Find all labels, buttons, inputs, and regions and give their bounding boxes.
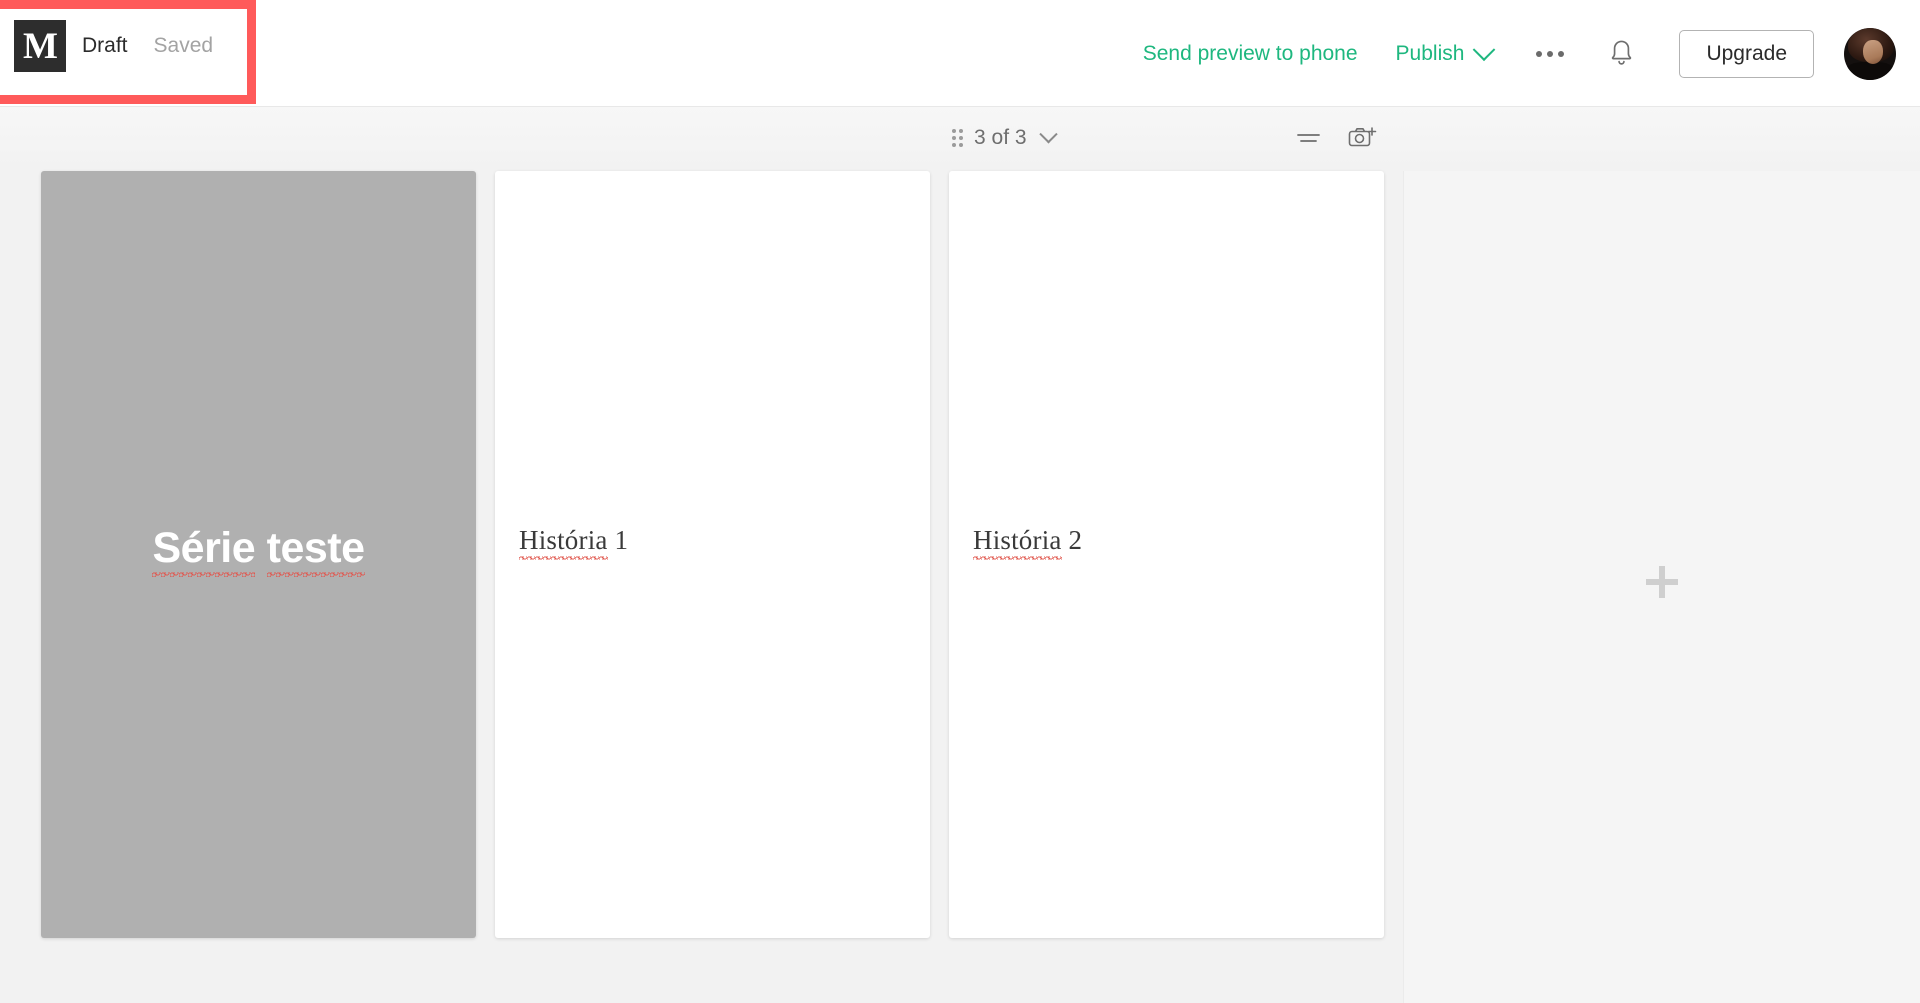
series-cards-row: Série teste História 1 História 2 xyxy=(41,171,1384,938)
story-title-word: História xyxy=(973,525,1062,560)
publish-menu-button[interactable]: Publish xyxy=(1395,37,1496,66)
ellipsis-icon-dot xyxy=(1558,50,1565,57)
grip-dot xyxy=(952,129,956,133)
upgrade-button[interactable]: Upgrade xyxy=(1679,29,1814,78)
camera-add-icon xyxy=(1348,126,1377,146)
drag-handle-icon[interactable] xyxy=(952,129,963,147)
grip-dot xyxy=(959,136,963,140)
text-align-button[interactable] xyxy=(1295,128,1322,148)
series-story-card[interactable]: História 1 xyxy=(495,171,930,938)
text-align-icon xyxy=(1297,134,1320,142)
chevron-down-icon xyxy=(1038,124,1058,143)
series-cover-card[interactable]: Série teste xyxy=(41,171,476,938)
grip-dot xyxy=(959,129,963,133)
story-title-suffix: 1 xyxy=(607,525,629,555)
medium-series-editor: M Draft Saved Send preview to phone Publ… xyxy=(0,0,1920,1003)
cover-title[interactable]: Série teste xyxy=(152,524,365,585)
avatar-face xyxy=(1863,39,1883,64)
avatar-body xyxy=(1846,61,1894,80)
grip-dot xyxy=(959,143,963,147)
slide-counter-dropdown[interactable]: 3 of 3 xyxy=(952,124,1058,150)
story-title-word: História xyxy=(519,525,608,560)
canvas-gutter xyxy=(1396,169,1403,1003)
grip-dot xyxy=(952,143,956,147)
story-card-title[interactable]: História 1 xyxy=(519,525,628,560)
send-preview-to-phone-button[interactable]: Send preview to phone xyxy=(1143,42,1358,66)
notifications-button[interactable] xyxy=(1608,39,1635,68)
cover-title-word: teste xyxy=(266,524,365,577)
series-toolbar: 3 of 3 xyxy=(0,107,1920,169)
user-avatar[interactable] xyxy=(1844,27,1896,80)
slide-counter-label: 3 of 3 xyxy=(974,126,1027,149)
bell-icon xyxy=(1612,40,1632,65)
brand-cluster: M Draft Saved xyxy=(14,20,213,72)
medium-logo-icon[interactable]: M xyxy=(14,20,66,72)
chevron-down-icon xyxy=(1473,37,1496,61)
add-photo-button[interactable] xyxy=(1348,126,1377,151)
more-options-button[interactable] xyxy=(1536,50,1565,57)
cover-title-word: Série xyxy=(152,524,256,577)
header-actions: Send preview to phone Publish Upgrade xyxy=(1143,0,1896,107)
app-header: M Draft Saved Send preview to phone Publ… xyxy=(0,0,1920,107)
ellipsis-icon-dot xyxy=(1536,50,1543,57)
story-title-suffix: 2 xyxy=(1061,525,1083,555)
draft-status-label: Draft xyxy=(82,34,128,57)
plus-icon[interactable] xyxy=(1646,566,1678,598)
toolbar-icons xyxy=(1295,126,1377,151)
saved-status-label: Saved xyxy=(153,34,214,57)
add-card-pane[interactable] xyxy=(1403,171,1920,1003)
series-story-card[interactable]: História 2 xyxy=(949,171,1384,938)
ellipsis-icon-dot xyxy=(1547,50,1554,57)
publish-label: Publish xyxy=(1395,41,1465,65)
grip-dot xyxy=(952,136,956,140)
story-card-title[interactable]: História 2 xyxy=(973,525,1082,560)
